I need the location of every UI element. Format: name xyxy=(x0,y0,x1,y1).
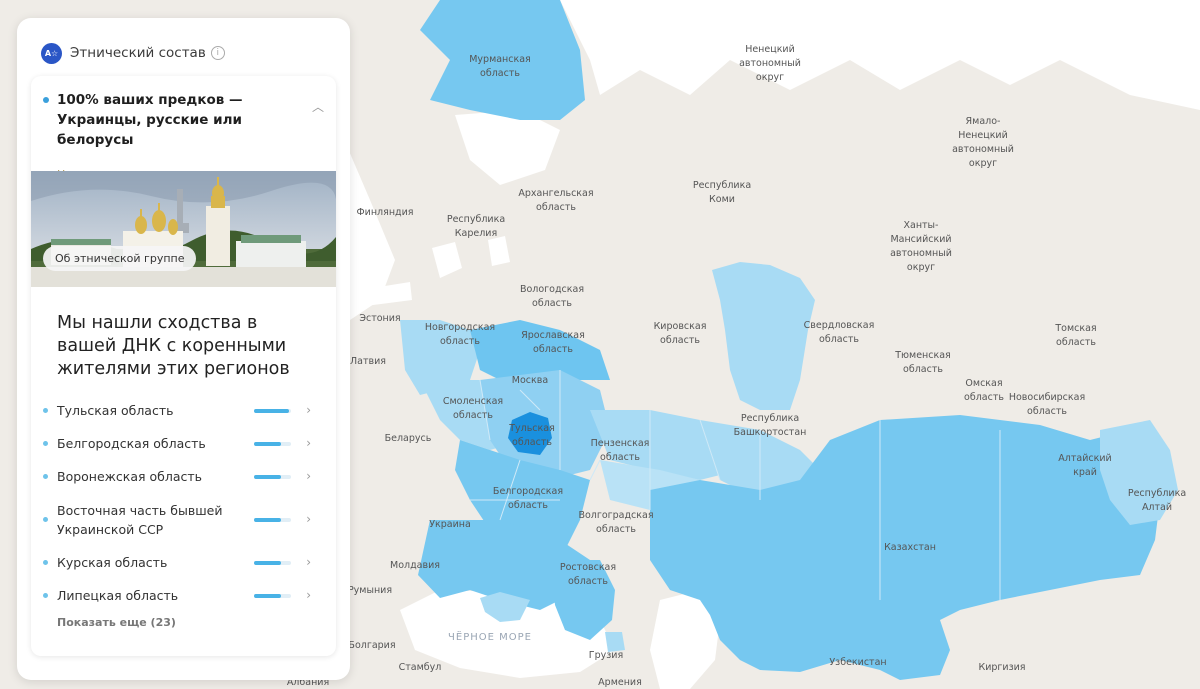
region-name: Курская область xyxy=(57,555,168,570)
similarity-bar xyxy=(254,560,291,565)
region-georgia[interactable] xyxy=(605,632,625,652)
region-name: Тульская область xyxy=(57,403,174,418)
logo-icon: A☆ xyxy=(41,42,62,64)
info-icon[interactable]: i xyxy=(210,46,225,60)
chevron-right-icon[interactable]: › xyxy=(306,436,311,450)
panel-title: Этнический состав xyxy=(70,45,206,61)
map-label-georgia: Грузия xyxy=(589,650,623,661)
map-label-latvia: Латвия xyxy=(350,356,386,367)
bullet-icon xyxy=(43,593,48,598)
dna-match-heading: Мы нашли сходства в вашей ДНК с коренным… xyxy=(57,313,290,379)
map-label-ukraine: Украина xyxy=(429,519,471,530)
region-item[interactable]: Тульская область › xyxy=(43,394,323,427)
ancestry-headline: 100% ваших предков — Украинцы, русские и… xyxy=(57,92,243,148)
similarity-bar xyxy=(254,474,291,479)
bullet-icon xyxy=(43,474,48,479)
region-name: Белгородская область xyxy=(57,436,206,451)
map-label-istanbul: Стамбул xyxy=(399,662,442,673)
bullet-icon xyxy=(43,408,48,413)
map-label-estonia: Эстония xyxy=(359,313,400,324)
similarity-bar xyxy=(254,441,291,446)
show-more-link[interactable]: Показать еще (23) xyxy=(57,616,176,629)
chevron-right-icon[interactable]: › xyxy=(306,555,311,569)
map-label-moscow: Москва xyxy=(512,375,548,386)
ancestry-card: 100% ваших предков — Украинцы, русские и… xyxy=(31,76,336,656)
map-label-black-sea: ЧЁРНОЕ МОРЕ xyxy=(448,630,532,643)
chevron-up-icon[interactable]: ︿ xyxy=(312,98,324,115)
region-name: Липецкая область xyxy=(57,588,179,603)
card-header[interactable]: 100% ваших предков — Украинцы, русские и… xyxy=(31,76,336,150)
region-item[interactable]: Воронежская область › xyxy=(43,460,323,493)
map-label-belarus: Беларусь xyxy=(385,433,432,444)
region-item[interactable]: Липецкая область › xyxy=(43,579,323,612)
region-list: Тульская область › Белгородская область … xyxy=(43,394,323,612)
chevron-right-icon[interactable]: › xyxy=(306,512,311,526)
map-label-kazakhstan: Казахстан xyxy=(884,542,936,553)
similarity-bar xyxy=(254,408,291,413)
map-label-uzbekistan: Узбекистан xyxy=(829,657,886,668)
map-label-moldova: Молдавия xyxy=(390,560,440,571)
ethnic-panel: A☆ Этнический состав i 100% ваших предко… xyxy=(17,18,350,680)
bullet-icon xyxy=(43,560,48,565)
similarity-bar xyxy=(254,593,291,598)
region-item[interactable]: Белгородская область › xyxy=(43,427,323,460)
map-label-bulgaria: Болгария xyxy=(348,640,395,651)
region-item[interactable]: Курская область › xyxy=(43,546,323,579)
region-item[interactable]: Восточная часть бывшей Украинской ССР › xyxy=(43,493,323,546)
bullet-icon xyxy=(43,97,49,103)
similarity-bar xyxy=(254,517,291,522)
region-name: Восточная часть бывшей Украинской ССР xyxy=(57,502,223,537)
map-label-finland: Финляндия xyxy=(356,207,413,218)
chevron-right-icon[interactable]: › xyxy=(306,469,311,483)
chevron-right-icon[interactable]: › xyxy=(306,403,311,417)
bullet-icon xyxy=(43,517,48,522)
ethnic-group-button[interactable]: Об этнической группе xyxy=(43,246,197,271)
bullet-icon xyxy=(43,441,48,446)
chevron-right-icon[interactable]: › xyxy=(306,588,311,602)
map-label-armenia: Армения xyxy=(598,677,642,688)
ethnic-group-photo: Об этнической группе xyxy=(31,171,336,287)
region-name: Воронежская область xyxy=(57,469,203,484)
map-label-romania: Румыния xyxy=(348,585,392,596)
map-label-kyrgyzstan: Киргизия xyxy=(978,662,1025,673)
